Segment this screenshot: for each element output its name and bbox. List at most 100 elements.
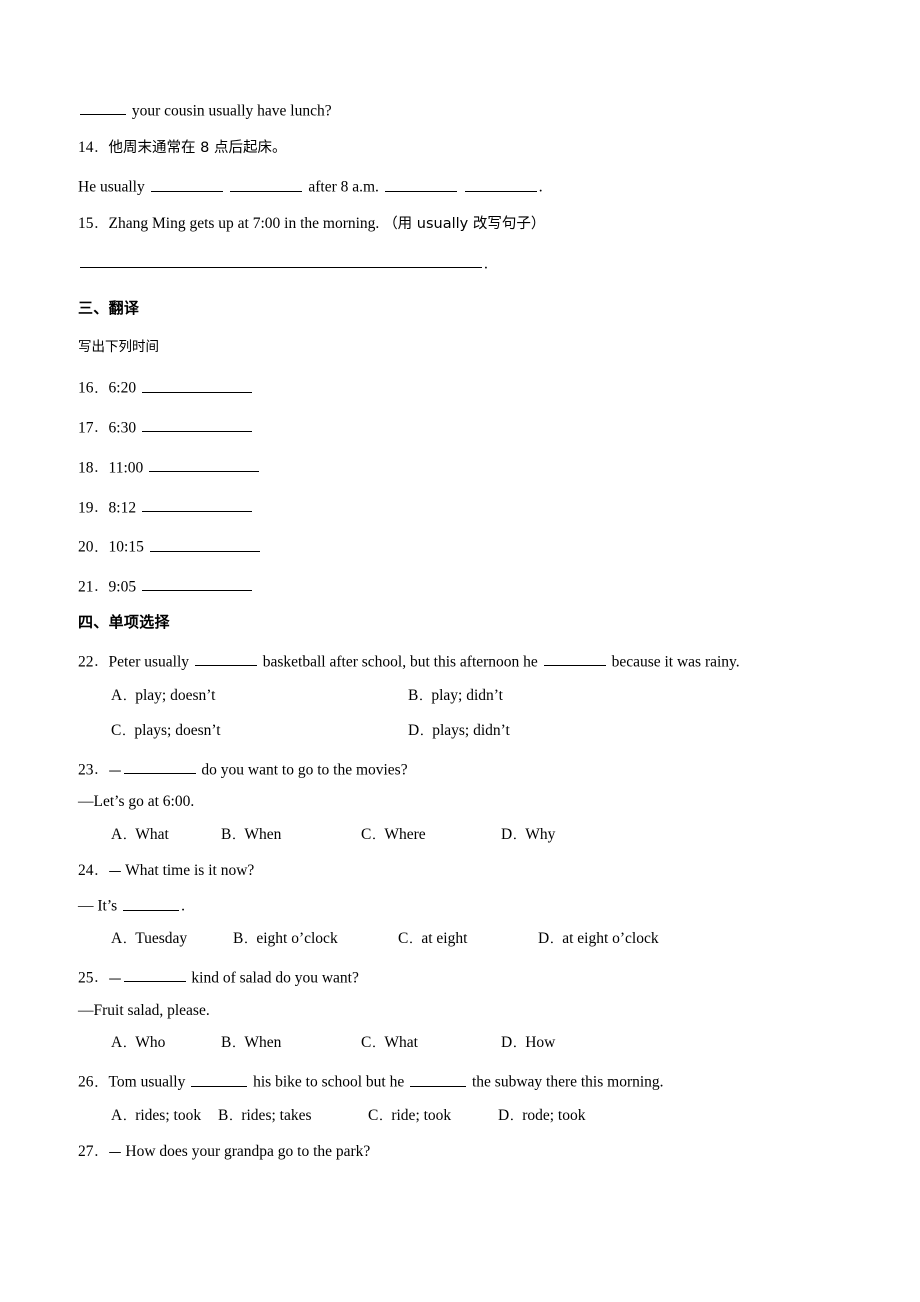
question-number: 24 (78, 861, 94, 879)
option-text: rides; takes (241, 1107, 312, 1124)
dialogue-dash: — (108, 762, 122, 778)
fill-in-blank[interactable] (123, 967, 186, 983)
fill-in-blank[interactable] (141, 417, 252, 433)
number-separator: ． (93, 421, 106, 436)
option-text: plays; doesn’t (134, 721, 221, 739)
option-a[interactable]: A． What (111, 826, 169, 844)
option-d[interactable]: D． plays; didn’t (408, 722, 510, 740)
number-separator: ． (93, 381, 106, 396)
fill-in-blank[interactable] (410, 1071, 467, 1087)
question-number: 17 (78, 419, 94, 437)
option-text: play; didn’t (431, 686, 503, 704)
stem-part-c: the subway there this morning. (471, 1073, 664, 1091)
option-dot: ． (121, 724, 133, 738)
fill-in-blank[interactable] (149, 536, 260, 552)
option-letter: D (408, 721, 420, 739)
question-15-prompt: Zhang Ming gets up at 7:00 in the mornin… (108, 215, 380, 232)
fill-in-blank[interactable] (80, 100, 126, 116)
fill-in-blank[interactable] (123, 759, 196, 774)
stem-text: How does your grandpa go to the park? (125, 1143, 371, 1160)
stem-text: What time is it now? (125, 861, 255, 879)
stem-after-blank: kind of salad do you want? (191, 969, 359, 987)
number-separator: ． (93, 1145, 106, 1159)
option-letter: B (218, 1107, 229, 1124)
worksheet-page: your cousin usually have lunch? 14． 他周末通常… (0, 0, 920, 1302)
number-separator: ． (93, 461, 106, 475)
option-c[interactable]: C． Where (361, 826, 426, 844)
question-14-chinese: 14． 他周末通常在 8 点后起床。 (78, 140, 860, 156)
fill-in-blank[interactable] (141, 497, 252, 512)
option-dot: ． (419, 724, 431, 738)
question-15-answer-line: . (78, 253, 860, 272)
option-b[interactable]: B． rides; takes (218, 1107, 312, 1125)
option-text: How (525, 1034, 556, 1052)
fill-in-blank[interactable] (141, 377, 252, 393)
question-24-stem: 24． — What time is it now? (78, 863, 860, 879)
time-value: 8:12 (108, 498, 137, 516)
fill-in-blank[interactable] (230, 176, 303, 192)
option-a[interactable]: A． play; doesn’t (111, 687, 215, 705)
fill-in-blank[interactable] (194, 651, 257, 666)
option-b[interactable]: B． play; didn’t (408, 687, 503, 705)
time-value: 9:05 (108, 578, 137, 596)
option-dot: ． (509, 1110, 521, 1123)
question-15: 15． Zhang Ming gets up at 7:00 in the mor… (78, 216, 860, 232)
fill-in-blank[interactable] (150, 176, 223, 192)
section-heading-translation: 三、翻译 (78, 299, 140, 318)
option-b[interactable]: B． When (221, 1034, 281, 1052)
question-26-options: A． rides; took B． rides; takes C． ride; too… (78, 1107, 860, 1125)
option-dot: ． (378, 1110, 390, 1123)
fill-in-blank[interactable] (191, 1071, 248, 1087)
option-dot: ． (243, 933, 255, 946)
number-separator: ． (93, 580, 106, 595)
question-24-answer: — It’s . (78, 895, 860, 914)
translation-item: 19． 8:12 (78, 497, 860, 516)
fill-in-blank[interactable] (149, 457, 260, 472)
option-c[interactable]: C． plays; doesn’t (111, 722, 221, 740)
option-text: rides; took (135, 1107, 202, 1124)
answer-prefix: — It’s (78, 897, 118, 915)
answer-middle: after 8 a.m. (308, 178, 379, 196)
question-number: 21 (78, 578, 94, 596)
number-separator: ． (93, 655, 106, 669)
option-a[interactable]: A． rides; took (111, 1107, 201, 1125)
question-22-options-row-1: A． play; doesn’t B． play; didn’t (78, 687, 860, 705)
number-separator: ． (93, 500, 106, 515)
option-c[interactable]: C． ride; took (368, 1107, 451, 1125)
option-a[interactable]: A． Who (111, 1034, 165, 1052)
fill-in-blank[interactable] (384, 176, 457, 192)
option-letter: A (111, 825, 123, 843)
fill-in-blank[interactable] (123, 895, 180, 911)
option-d[interactable]: D． at eight o’clock (538, 930, 659, 948)
option-letter: C (361, 1034, 372, 1052)
option-letter: D (501, 825, 513, 843)
option-b[interactable]: B． eight o’clock (233, 930, 338, 948)
question-number: 15 (78, 215, 94, 232)
fill-in-blank[interactable] (80, 253, 482, 268)
dialogue-dash: — (108, 1145, 122, 1160)
question-23-answer: —Let’s go at 6:00. (78, 793, 195, 811)
time-value: 6:20 (108, 379, 137, 397)
fill-in-blank[interactable] (141, 576, 252, 592)
question-22-options-row-2: C． plays; doesn’t D． plays; didn’t (78, 722, 860, 740)
section-heading-multiple-choice: 四、单项选择 (78, 612, 170, 631)
number-separator: ． (93, 1075, 106, 1090)
option-letter: B (221, 825, 232, 843)
option-c[interactable]: C． at eight (398, 930, 467, 948)
option-c[interactable]: C． What (361, 1034, 418, 1052)
fill-in-blank[interactable] (464, 176, 537, 192)
option-text: plays; didn’t (432, 721, 510, 739)
option-a[interactable]: A． Tuesday (111, 930, 187, 948)
option-text: ride; took (391, 1107, 452, 1124)
option-d[interactable]: D． How (501, 1034, 555, 1052)
option-dot: ． (371, 828, 383, 842)
option-b[interactable]: B． When (221, 826, 281, 844)
fill-in-blank[interactable] (543, 651, 606, 666)
option-letter: A (111, 1034, 123, 1052)
option-letter: A (111, 930, 123, 947)
option-letter: C (368, 1107, 379, 1124)
option-d[interactable]: D． Why (501, 826, 555, 844)
option-d[interactable]: D． rode; took (498, 1107, 585, 1125)
section-instruction: 写出下列时间 (78, 339, 159, 356)
option-letter: C (361, 825, 372, 843)
